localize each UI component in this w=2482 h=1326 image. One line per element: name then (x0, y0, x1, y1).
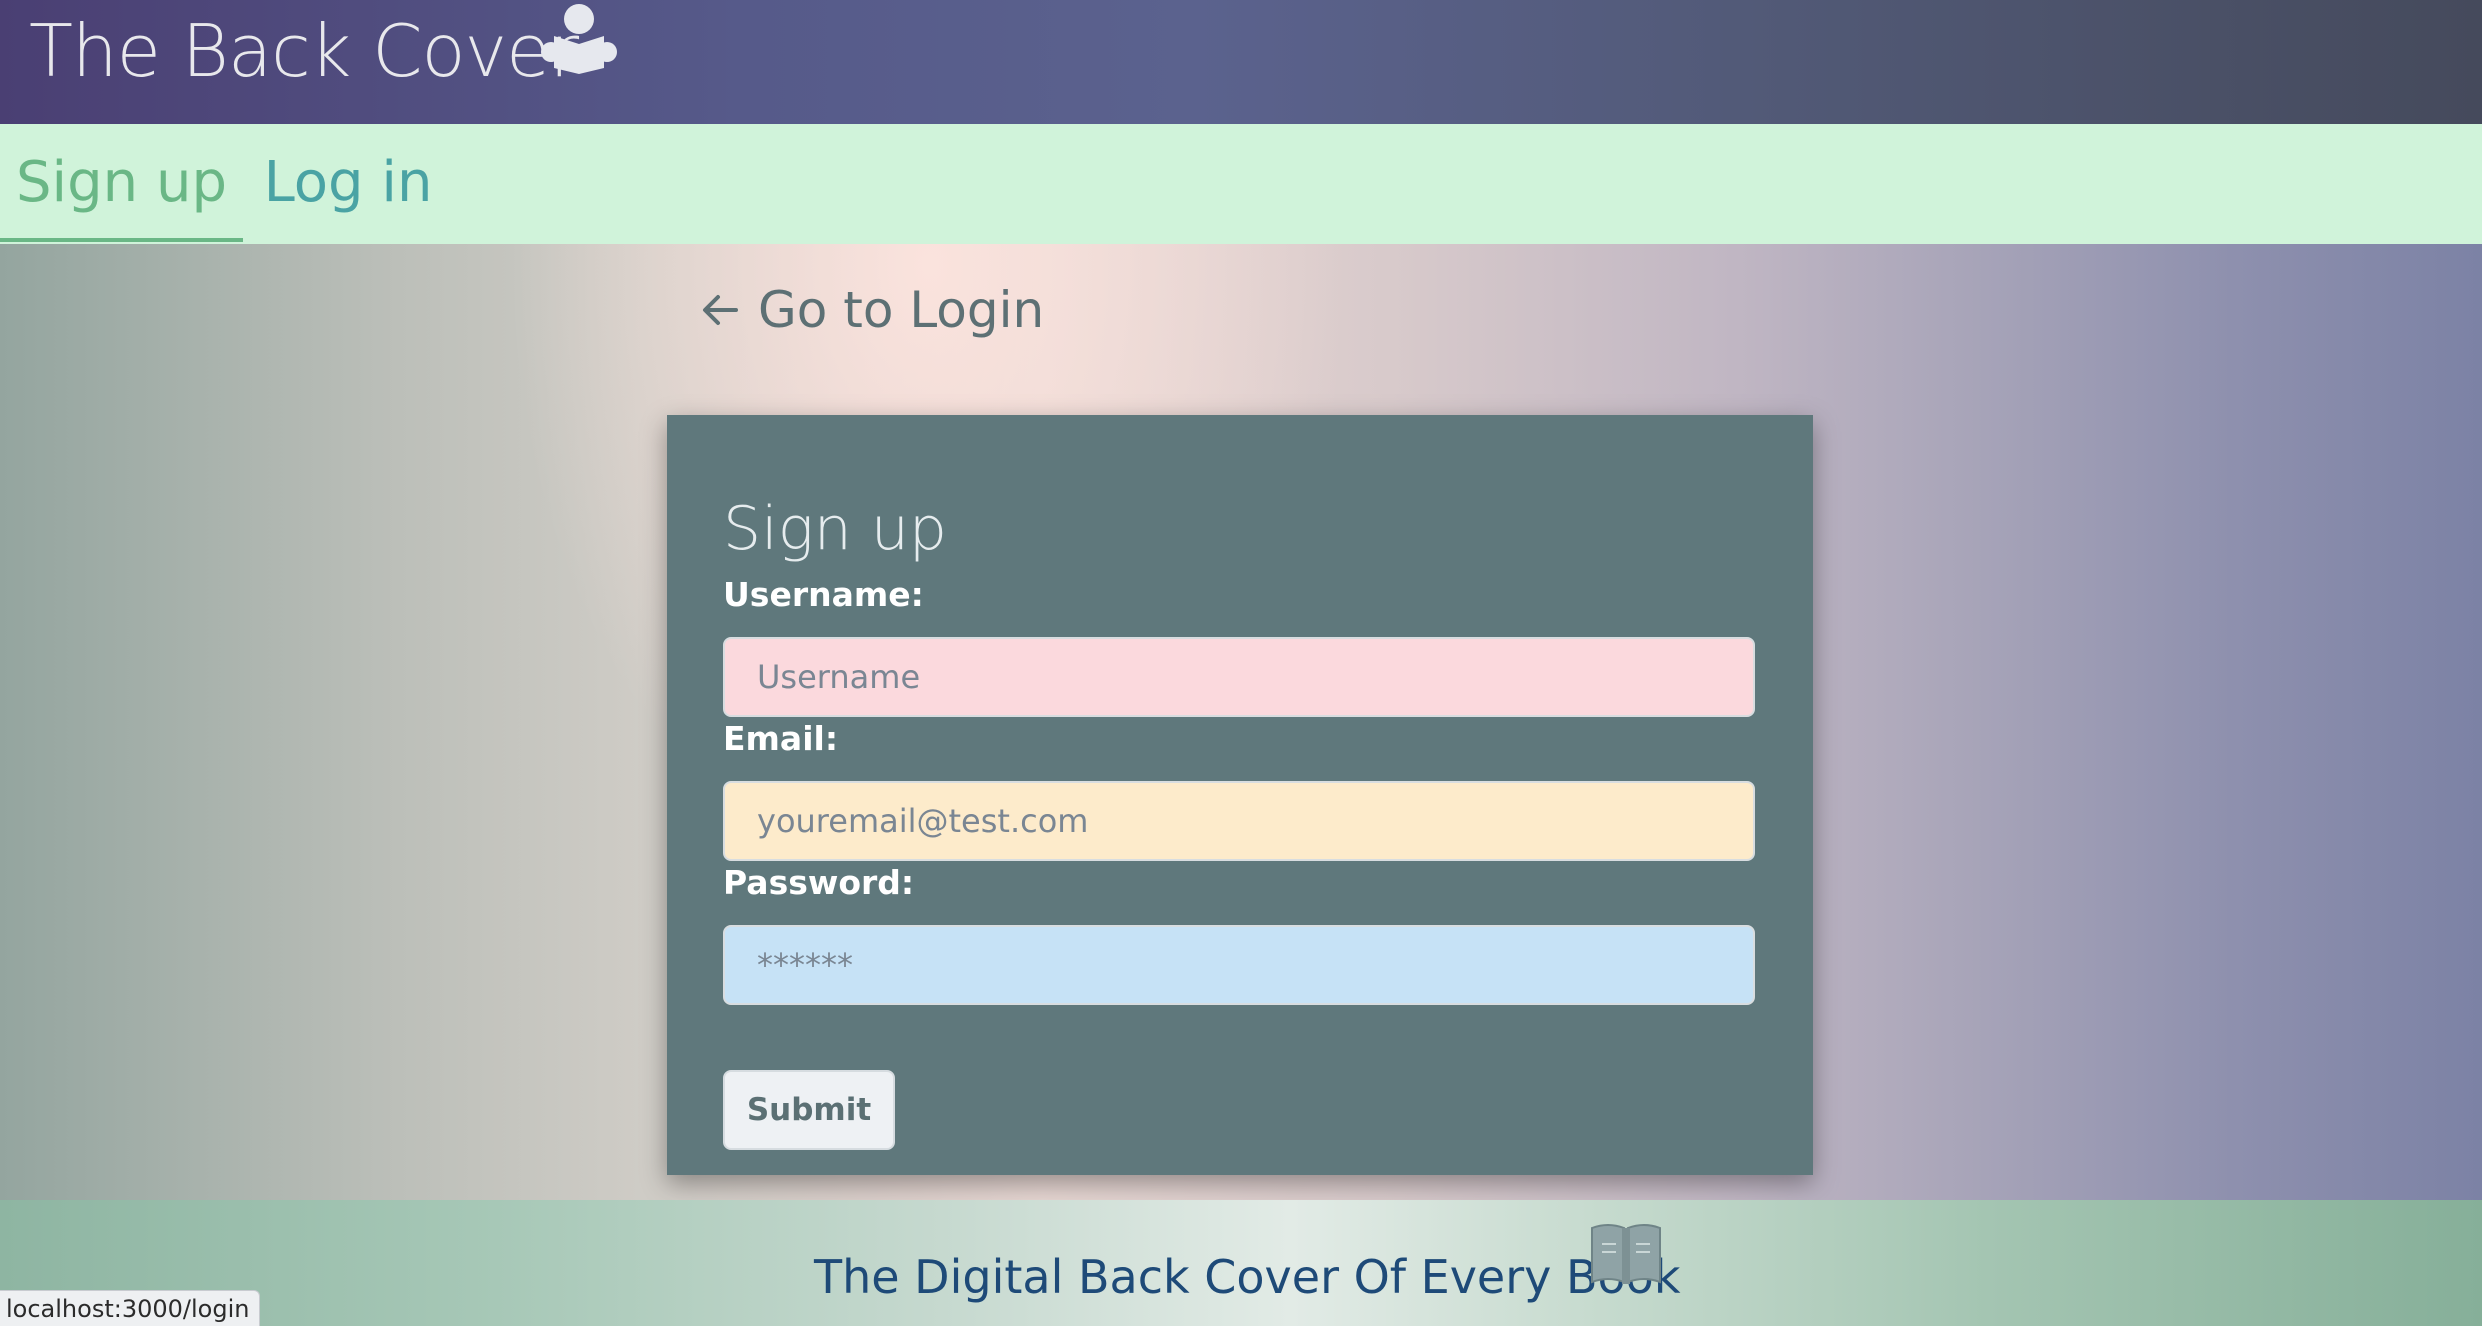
tab-sign-up[interactable]: Sign up (0, 124, 243, 242)
nav-tabs: Sign up Log in (0, 124, 2482, 246)
signup-form-card: Sign up Username: Email: Password: Submi… (667, 415, 1813, 1175)
status-bar-url: localhost:3000/login (0, 1290, 261, 1326)
go-to-login-link[interactable]: Go to Login (700, 280, 1044, 340)
footer-tagline: The Digital Back Cover Of Every Book (814, 1250, 1681, 1304)
go-to-login-label: Go to Login (758, 281, 1045, 339)
form-title: Sign up (723, 494, 947, 564)
username-input[interactable] (723, 637, 1755, 717)
footer: The Digital Back Cover Of Every Book (0, 1200, 2482, 1326)
password-label: Password: (723, 863, 915, 902)
password-input[interactable] (723, 925, 1755, 1005)
email-label: Email: (723, 719, 839, 758)
app-header: The Back Cover (0, 0, 2482, 124)
arrow-left-icon (703, 295, 738, 325)
open-book-icon (1591, 1224, 1661, 1284)
main-content: Go to Login Sign up Username: Email: Pas… (0, 244, 2482, 1200)
username-label: Username: (723, 575, 924, 614)
submit-button[interactable]: Submit (723, 1070, 895, 1150)
reader-icon (541, 4, 617, 74)
tab-log-in[interactable]: Log in (243, 124, 453, 242)
email-input[interactable] (723, 781, 1755, 861)
brand-title[interactable]: The Back Cover (29, 6, 579, 96)
